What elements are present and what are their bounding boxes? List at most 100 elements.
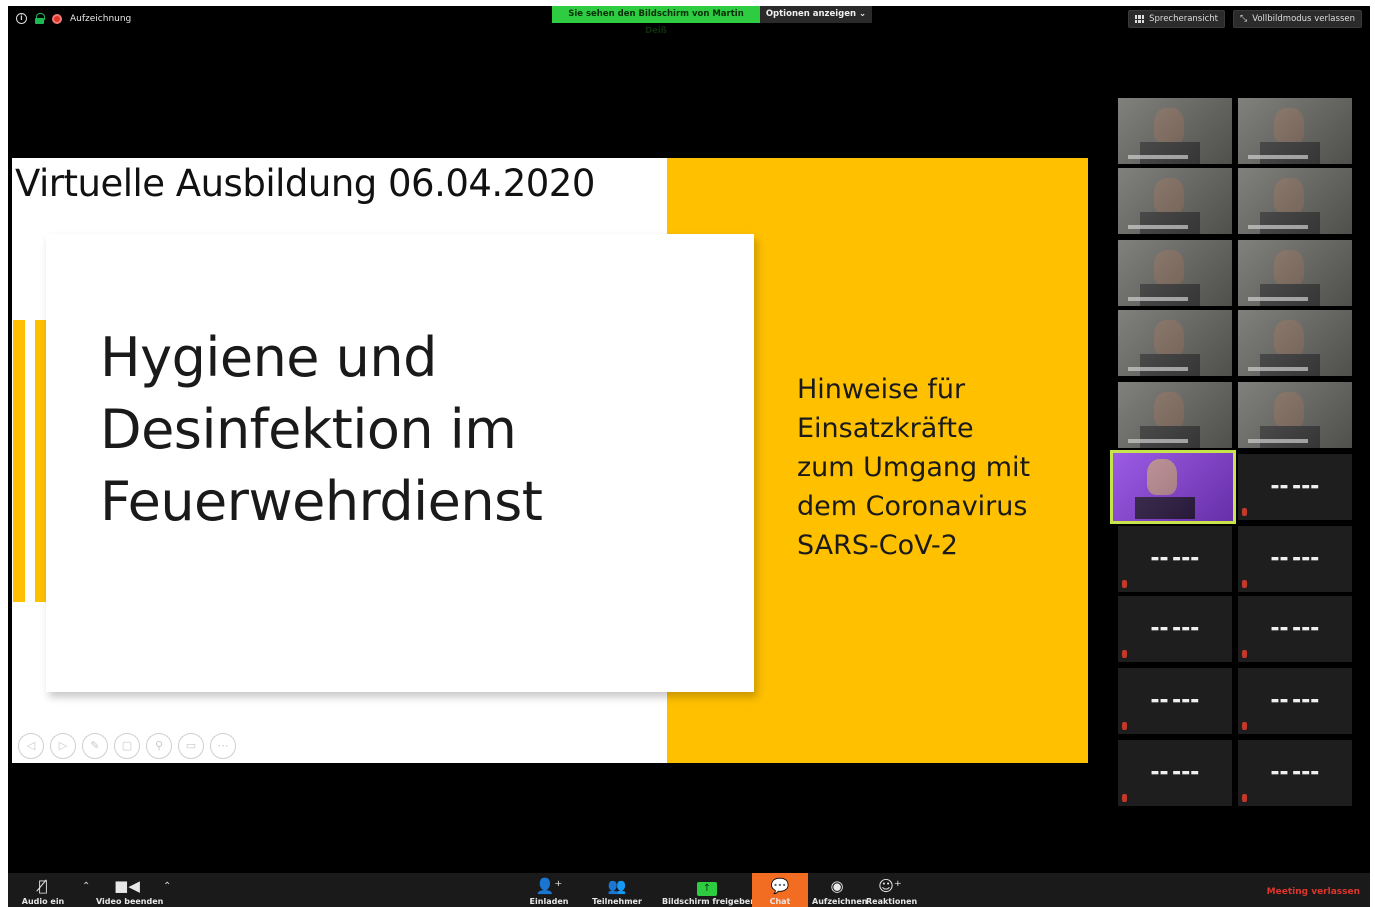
participant-tile[interactable]: ▬▬ ▬▬▬: [1238, 668, 1352, 734]
zoom-icon[interactable]: ⚲: [146, 733, 172, 759]
side-text-line: Hinweise für: [797, 374, 966, 405]
participant-name-redacted: ▬▬ ▬▬▬: [1150, 696, 1200, 706]
muted-mic-icon: [1122, 722, 1127, 730]
participant-name-redacted: [1248, 297, 1308, 301]
accent-bar: [13, 320, 25, 602]
slide-main-title: Hygiene und Desinfektion im Feuerwehrdie…: [100, 322, 700, 538]
participant-name-redacted: [1128, 367, 1188, 371]
video-label: Video beenden: [96, 897, 164, 906]
participant-tile[interactable]: [1118, 310, 1232, 376]
participant-name-redacted: [1248, 225, 1308, 229]
chat-bubble-icon: 💬: [770, 877, 790, 895]
exit-fullscreen-button[interactable]: ⤡ Vollbildmodus verlassen: [1233, 10, 1362, 28]
participant-tile[interactable]: ▬▬ ▬▬▬: [1118, 526, 1232, 592]
participant-name-redacted: [1128, 225, 1188, 229]
top-bar: i Aufzeichnung Sie sehen den Bildschirm …: [8, 6, 1370, 36]
participant-tile[interactable]: [1238, 310, 1352, 376]
participant-tile[interactable]: [1238, 382, 1352, 448]
slide-title: Virtuelle Ausbildung 06.04.2020: [15, 162, 595, 205]
slides-overview-icon[interactable]: ▢: [114, 733, 140, 759]
muted-mic-icon: [1242, 508, 1247, 516]
info-icon[interactable]: i: [16, 13, 27, 24]
recording-icon: [52, 13, 62, 24]
speaker-view-button[interactable]: Sprecheransicht: [1128, 10, 1225, 28]
slide-title-card: Hygiene und Desinfektion im Feuerwehrdie…: [46, 234, 754, 692]
screen-share-banner: Sie sehen den Bildschirm von Martin Deiß…: [552, 6, 872, 36]
participant-tile[interactable]: ▬▬ ▬▬▬: [1238, 454, 1352, 520]
main-title-line: Desinfektion im: [100, 398, 517, 461]
add-person-icon: 👤⁺: [535, 877, 563, 895]
muted-mic-icon: 🎙̸: [38, 877, 48, 895]
participant-tile[interactable]: ▬▬ ▬▬▬: [1238, 740, 1352, 806]
participant-name-redacted: ▬▬ ▬▬▬: [1270, 624, 1320, 634]
reactions-icon: ☺⁺: [878, 877, 902, 895]
participant-tile[interactable]: [1118, 168, 1232, 234]
participant-name-redacted: [1128, 297, 1188, 301]
meeting-status: i Aufzeichnung: [16, 13, 131, 24]
presentation-controls: ◁ ▷ ✎ ▢ ⚲ ▭ ⋯: [18, 733, 236, 759]
audio-options-caret-icon[interactable]: ⌃: [82, 881, 90, 892]
participant-tile[interactable]: [1238, 240, 1352, 306]
share-screen-button[interactable]: ↑ Bildschirm freigeben: [662, 875, 756, 907]
chat-button[interactable]: 💬 Chat: [752, 875, 808, 907]
leave-meeting-button[interactable]: Meeting verlassen: [1267, 887, 1360, 897]
video-camera-icon: ■◀: [114, 877, 140, 895]
exit-fullscreen-label: Vollbildmodus verlassen: [1252, 14, 1355, 24]
view-controls: Sprecheransicht ⤡ Vollbildmodus verlasse…: [1128, 10, 1362, 28]
speaker-view-label: Sprecheransicht: [1149, 14, 1218, 24]
audio-label: Audio ein: [21, 897, 65, 906]
invite-button[interactable]: 👤⁺ Einladen: [528, 875, 570, 907]
side-text-line: SARS-CoV-2: [797, 530, 958, 561]
share-screen-icon-wrap: ↑: [662, 875, 752, 897]
shared-screen-slide: Virtuelle Ausbildung 06.04.2020 Hygiene …: [12, 158, 1088, 763]
participant-name-redacted: ▬▬ ▬▬▬: [1150, 768, 1200, 778]
invite-label: Einladen: [529, 897, 569, 906]
participants-button[interactable]: 👥 Teilnehmer: [592, 875, 642, 907]
muted-mic-icon: [1122, 794, 1127, 802]
slide-side-text: Hinweise für Einsatzkräfte zum Umgang mi…: [797, 370, 1077, 565]
video-overlay: [1113, 453, 1233, 521]
participant-tile[interactable]: ▬▬ ▬▬▬: [1238, 526, 1352, 592]
reactions-button[interactable]: ☺⁺ Reaktionen: [866, 875, 917, 907]
chat-label: Chat: [769, 897, 791, 906]
muted-mic-icon: [1242, 722, 1247, 730]
participant-tile[interactable]: [1110, 450, 1236, 524]
muted-mic-icon: [1242, 650, 1247, 658]
side-text-line: Einsatzkräfte: [797, 413, 974, 444]
participant-tile[interactable]: ▬▬ ▬▬▬: [1238, 596, 1352, 662]
lock-icon[interactable]: [35, 13, 45, 24]
participant-tile[interactable]: [1118, 240, 1232, 306]
participants-icon: 👥: [607, 877, 627, 895]
exit-fullscreen-icon: ⤡: [1240, 14, 1248, 24]
participant-tile[interactable]: [1118, 382, 1232, 448]
participant-tile[interactable]: ▬▬ ▬▬▬: [1118, 596, 1232, 662]
participant-name-redacted: ▬▬ ▬▬▬: [1270, 696, 1320, 706]
participant-name-redacted: ▬▬ ▬▬▬: [1150, 554, 1200, 564]
participant-name-redacted: [1248, 155, 1308, 159]
next-slide-icon[interactable]: ▷: [50, 733, 76, 759]
participant-gallery: ▬▬ ▬▬▬ ▬▬ ▬▬▬ ▬▬ ▬▬▬ ▬▬ ▬▬▬ ▬▬ ▬▬▬ ▬▬ ▬▬▬ ▬▬ ▬…: [1110, 98, 1352, 810]
main-title-line: Hygiene und: [100, 326, 437, 389]
participant-tile[interactable]: [1118, 98, 1232, 164]
muted-mic-icon: [1242, 794, 1247, 802]
pen-icon[interactable]: ✎: [82, 733, 108, 759]
participant-tile[interactable]: ▬▬ ▬▬▬: [1118, 740, 1232, 806]
participant-name-redacted: ▬▬ ▬▬▬: [1270, 554, 1320, 564]
subtitles-icon[interactable]: ▭: [178, 733, 204, 759]
view-options-button[interactable]: Optionen anzeigen ⌄: [760, 6, 872, 23]
participant-name-redacted: [1128, 155, 1188, 159]
audio-button[interactable]: 🎙̸ Audio ein: [18, 875, 68, 907]
video-options-caret-icon[interactable]: ⌃: [163, 881, 171, 892]
participant-tile[interactable]: [1238, 168, 1352, 234]
participant-name-redacted: ▬▬ ▬▬▬: [1270, 482, 1320, 492]
main-title-line: Feuerwehrdienst: [100, 470, 543, 533]
record-button[interactable]: ◉ Aufzeichnen: [812, 875, 867, 907]
participant-tile[interactable]: ▬▬ ▬▬▬: [1118, 668, 1232, 734]
more-options-icon[interactable]: ⋯: [210, 733, 236, 759]
video-button[interactable]: ■◀ Video beenden: [96, 875, 164, 907]
participant-tile[interactable]: [1238, 98, 1352, 164]
muted-mic-icon: [1122, 580, 1127, 588]
previous-slide-icon[interactable]: ◁: [18, 733, 44, 759]
participant-name-redacted: [1248, 367, 1308, 371]
recording-label: Aufzeichnung: [70, 13, 132, 24]
